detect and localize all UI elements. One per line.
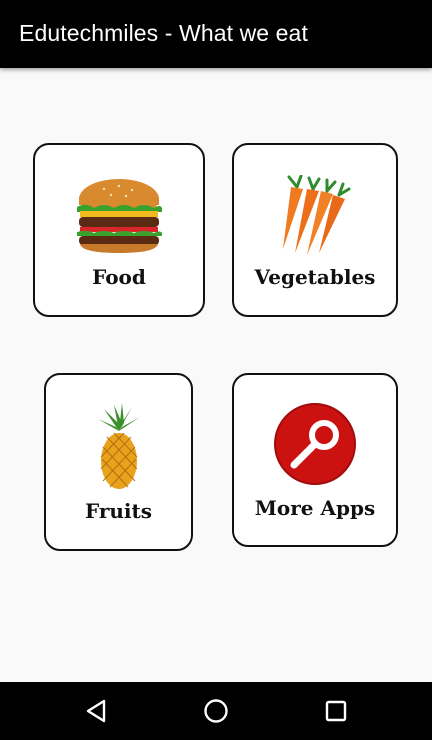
food-label: Food — [92, 265, 146, 289]
search-key-icon — [274, 403, 356, 485]
burger-icon — [77, 179, 162, 253]
recents-square-icon — [325, 700, 347, 722]
home-button[interactable] — [200, 695, 232, 727]
back-triangle-icon — [86, 699, 106, 723]
navigation-bar — [0, 682, 432, 740]
carrots-icon — [283, 175, 351, 255]
fruits-label: Fruits — [84, 499, 153, 523]
more-apps-label: More Apps — [254, 496, 376, 520]
fruits-tile[interactable]: Fruits — [44, 373, 193, 551]
more-apps-tile[interactable]: More Apps — [232, 373, 398, 547]
app-bar: Edutechmiles - What we eat — [0, 0, 432, 68]
recents-button[interactable] — [320, 695, 352, 727]
app-title: Edutechmiles - What we eat — [19, 20, 308, 46]
pineapple-icon — [97, 403, 140, 489]
food-tile[interactable]: Food — [33, 143, 205, 317]
back-button[interactable] — [80, 695, 112, 727]
vegetables-label: Vegetables — [254, 265, 376, 289]
home-circle-icon — [204, 699, 228, 723]
vegetables-tile[interactable]: Vegetables — [232, 143, 398, 317]
